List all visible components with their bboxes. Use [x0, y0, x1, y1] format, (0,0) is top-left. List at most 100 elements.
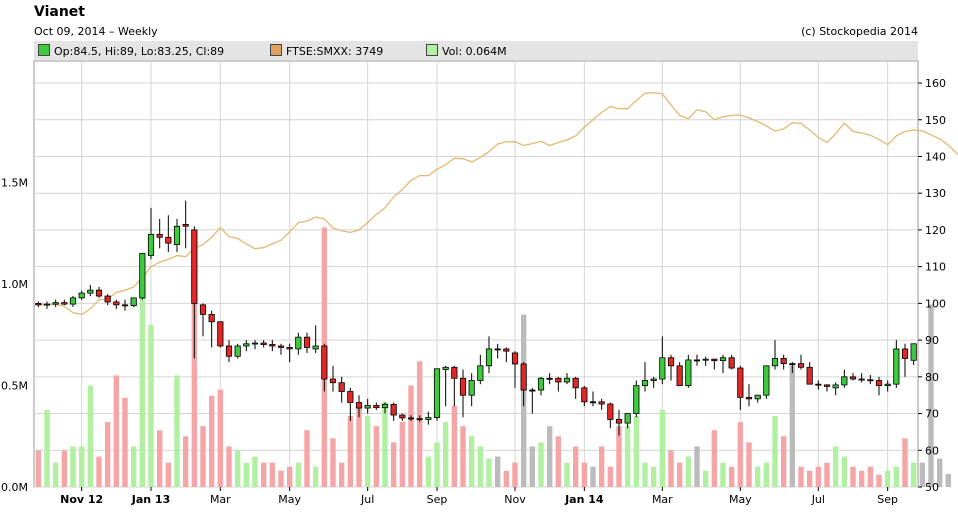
volume-bar	[304, 430, 310, 487]
candle-body	[61, 302, 68, 305]
candle	[139, 253, 146, 300]
candle-body	[425, 417, 432, 420]
candle-body	[485, 348, 493, 367]
volume-bar	[104, 422, 111, 487]
y-left-tick-label: 0.0M	[1, 481, 28, 494]
y-right-tick-label: 140	[925, 150, 946, 163]
candle-body	[849, 376, 857, 380]
volume-bar	[598, 446, 605, 487]
candle-body	[217, 321, 224, 347]
candle-body	[104, 295, 111, 303]
volume-bar	[434, 442, 440, 487]
y-right-tick-label: 110	[925, 261, 946, 274]
volume-bar	[122, 397, 128, 487]
volume-bar	[607, 466, 614, 487]
candle-body	[858, 378, 865, 381]
volume-bar	[139, 288, 146, 487]
candle	[217, 321, 224, 348]
volume-bar	[685, 456, 692, 487]
candle-body	[520, 363, 527, 391]
volume-bar	[668, 450, 674, 487]
candle-body	[867, 379, 874, 382]
candle-body	[43, 303, 51, 306]
candle-body	[381, 403, 389, 409]
candle-body	[321, 345, 328, 380]
candle-body	[399, 414, 406, 419]
candle-body	[364, 405, 371, 409]
candle-body	[511, 352, 519, 365]
volume-bar	[806, 470, 813, 487]
candle-body	[173, 225, 181, 246]
volume-bar	[451, 405, 458, 487]
volume-bar	[399, 422, 406, 487]
volume-bar	[884, 470, 891, 487]
volume-bar	[876, 474, 882, 487]
volume-bar	[572, 446, 579, 487]
candle-body	[529, 389, 536, 392]
y-right-tick-label: 90	[925, 334, 939, 347]
volume-bar	[347, 416, 354, 487]
volume-bar	[486, 458, 492, 487]
x-tick-label: Nov 12	[60, 493, 103, 506]
x-tick-label: Mar	[210, 493, 231, 506]
volume-bar	[130, 446, 137, 487]
candle-body	[139, 253, 146, 299]
volume-bar	[330, 438, 336, 487]
candle-body	[563, 377, 571, 383]
candle-body	[113, 301, 120, 306]
volume-bar	[477, 446, 484, 487]
candle-body	[763, 365, 770, 396]
candle-body	[875, 380, 883, 387]
candle-body	[893, 348, 900, 385]
volume-bar	[208, 395, 215, 487]
candle-body	[433, 368, 441, 418]
candle	[676, 362, 683, 387]
volume-bar	[581, 462, 588, 487]
volume-bar	[624, 426, 631, 487]
volume-bar	[728, 466, 735, 487]
candle-body	[615, 419, 623, 424]
volume-bar	[555, 436, 562, 487]
candle-body	[147, 233, 155, 257]
volume-bar	[234, 450, 241, 487]
price-chart: 50 60 70 80 90 100 110 120 130 140 150 160 0.0M 0.5M 1…	[1, 60, 958, 506]
candle-body	[719, 357, 727, 362]
y-right-tick-label: 150	[925, 114, 946, 127]
candle-body	[711, 358, 718, 362]
candle-body	[69, 297, 77, 305]
volume-bar	[295, 462, 302, 487]
volume-bar	[226, 446, 232, 487]
volume-bar	[590, 466, 596, 487]
candle-body	[407, 417, 415, 420]
volume-bar	[824, 462, 830, 487]
candle-body	[754, 394, 761, 400]
volume-bar	[70, 446, 76, 487]
candle-body	[806, 366, 813, 385]
volume-bar	[737, 422, 744, 487]
y-right-tick-label: 50	[925, 481, 939, 494]
volume-bar	[711, 430, 718, 487]
candle-body	[737, 367, 744, 398]
volume-bar	[832, 446, 839, 487]
candle-body	[286, 347, 293, 350]
candle	[763, 365, 770, 399]
candle-body	[503, 348, 510, 352]
candle-body	[260, 342, 267, 345]
volume-bar	[789, 365, 796, 487]
y-left-tick-label: 1.0M	[1, 278, 28, 291]
volume-bar	[841, 456, 848, 487]
volume-bar	[442, 422, 449, 487]
volume-bar	[269, 462, 276, 487]
candle-body	[329, 378, 337, 384]
plot-frame	[33, 60, 919, 488]
candle-body	[199, 304, 207, 315]
candle	[633, 380, 640, 418]
x-tick-label: Jan 13	[131, 493, 170, 506]
x-tick-label: Jul	[360, 493, 374, 506]
candle	[130, 297, 137, 308]
volume-bar	[174, 375, 180, 487]
candle-body	[771, 358, 779, 367]
volume-bar	[44, 409, 50, 487]
volume-bar	[633, 416, 640, 487]
volume-bar	[35, 450, 42, 487]
